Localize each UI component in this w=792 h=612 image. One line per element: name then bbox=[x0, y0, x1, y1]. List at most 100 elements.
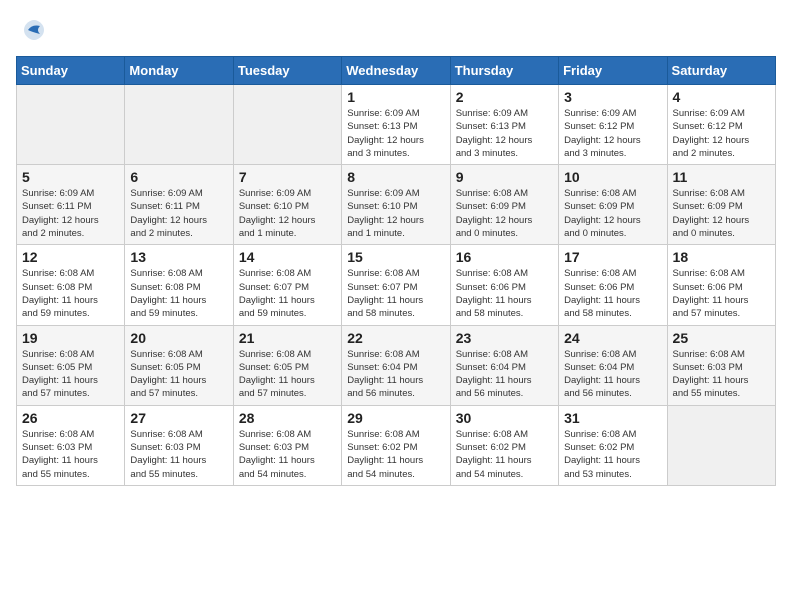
calendar-cell: 9 Sunrise: 6:08 AM Sunset: 6:09 PM Daylig… bbox=[450, 165, 558, 245]
day-info: Sunrise: 6:08 AM Sunset: 6:08 PM Dayligh… bbox=[130, 267, 227, 320]
day-info: Sunrise: 6:09 AM Sunset: 6:13 PM Dayligh… bbox=[456, 107, 553, 160]
weekday-header: Sunday bbox=[17, 57, 125, 85]
day-info: Sunrise: 6:08 AM Sunset: 6:04 PM Dayligh… bbox=[456, 348, 553, 401]
calendar-cell: 6 Sunrise: 6:09 AM Sunset: 6:11 PM Daylig… bbox=[125, 165, 233, 245]
calendar-cell: 15Sunrise: 6:08 AM Sunset: 6:07 PM Dayli… bbox=[342, 245, 450, 325]
day-number: 22 bbox=[347, 330, 444, 346]
page-header bbox=[16, 16, 776, 44]
weekday-header: Tuesday bbox=[233, 57, 341, 85]
calendar-cell: 28 Sunrise: 6:08 AM Sunset: 6:03 PM Dayli… bbox=[233, 405, 341, 485]
calendar-cell: 18 Sunrise: 6:08 AM Sunset: 6:06 PM Dayli… bbox=[667, 245, 775, 325]
day-info: Sunrise: 6:08 AM Sunset: 6:05 PM Dayligh… bbox=[130, 348, 227, 401]
day-info: Sunrise: 6:08 AM Sunset: 6:03 PM Dayligh… bbox=[239, 428, 336, 481]
calendar-cell: 17Sunrise: 6:08 AM Sunset: 6:06 PM Dayli… bbox=[559, 245, 667, 325]
calendar-cell: 26 Sunrise: 6:08 AM Sunset: 6:03 PM Dayli… bbox=[17, 405, 125, 485]
calendar-cell: 3 Sunrise: 6:09 AM Sunset: 6:12 PM Daylig… bbox=[559, 85, 667, 165]
logo bbox=[16, 16, 48, 44]
day-number: 7 bbox=[239, 169, 336, 185]
day-number: 9 bbox=[456, 169, 553, 185]
day-number: 12 bbox=[22, 249, 119, 265]
day-number: 25 bbox=[673, 330, 770, 346]
calendar-cell: 7 Sunrise: 6:09 AM Sunset: 6:10 PM Daylig… bbox=[233, 165, 341, 245]
day-info: Sunrise: 6:08 AM Sunset: 6:03 PM Dayligh… bbox=[22, 428, 119, 481]
calendar-week-row: 19 Sunrise: 6:08 AM Sunset: 6:05 PM Dayli… bbox=[17, 325, 776, 405]
calendar-cell: 25 Sunrise: 6:08 AM Sunset: 6:03 PM Dayli… bbox=[667, 325, 775, 405]
calendar-cell: 1 Sunrise: 6:09 AM Sunset: 6:13 PM Daylig… bbox=[342, 85, 450, 165]
day-number: 1 bbox=[347, 89, 444, 105]
day-number: 5 bbox=[22, 169, 119, 185]
calendar-cell: 19 Sunrise: 6:08 AM Sunset: 6:05 PM Dayli… bbox=[17, 325, 125, 405]
day-info: Sunrise: 6:08 AM Sunset: 6:02 PM Dayligh… bbox=[456, 428, 553, 481]
calendar-cell: 8 Sunrise: 6:09 AM Sunset: 6:10 PM Daylig… bbox=[342, 165, 450, 245]
day-info: Sunrise: 6:08 AM Sunset: 6:06 PM Dayligh… bbox=[456, 267, 553, 320]
day-number: 18 bbox=[673, 249, 770, 265]
calendar-cell: 27Sunrise: 6:08 AM Sunset: 6:03 PM Dayli… bbox=[125, 405, 233, 485]
calendar-cell: 14 Sunrise: 6:08 AM Sunset: 6:07 PM Dayli… bbox=[233, 245, 341, 325]
calendar-cell: 5 Sunrise: 6:09 AM Sunset: 6:11 PM Daylig… bbox=[17, 165, 125, 245]
day-info: Sunrise: 6:08 AM Sunset: 6:02 PM Dayligh… bbox=[564, 428, 661, 481]
day-info: Sunrise: 6:08 AM Sunset: 6:09 PM Dayligh… bbox=[673, 187, 770, 240]
day-info: Sunrise: 6:09 AM Sunset: 6:10 PM Dayligh… bbox=[347, 187, 444, 240]
day-info: Sunrise: 6:08 AM Sunset: 6:07 PM Dayligh… bbox=[239, 267, 336, 320]
day-number: 17 bbox=[564, 249, 661, 265]
day-info: Sunrise: 6:09 AM Sunset: 6:11 PM Dayligh… bbox=[22, 187, 119, 240]
calendar-cell: 16 Sunrise: 6:08 AM Sunset: 6:06 PM Dayli… bbox=[450, 245, 558, 325]
day-number: 11 bbox=[673, 169, 770, 185]
day-number: 14 bbox=[239, 249, 336, 265]
calendar-week-row: 12 Sunrise: 6:08 AM Sunset: 6:08 PM Dayli… bbox=[17, 245, 776, 325]
day-number: 15 bbox=[347, 249, 444, 265]
calendar-cell bbox=[125, 85, 233, 165]
calendar-cell: 21 Sunrise: 6:08 AM Sunset: 6:05 PM Dayli… bbox=[233, 325, 341, 405]
day-number: 29 bbox=[347, 410, 444, 426]
day-info: Sunrise: 6:08 AM Sunset: 6:05 PM Dayligh… bbox=[239, 348, 336, 401]
weekday-header: Friday bbox=[559, 57, 667, 85]
day-info: Sunrise: 6:08 AM Sunset: 6:06 PM Dayligh… bbox=[673, 267, 770, 320]
calendar-cell: 12 Sunrise: 6:08 AM Sunset: 6:08 PM Dayli… bbox=[17, 245, 125, 325]
day-info: Sunrise: 6:09 AM Sunset: 6:12 PM Dayligh… bbox=[673, 107, 770, 160]
weekday-header: Saturday bbox=[667, 57, 775, 85]
day-info: Sunrise: 6:09 AM Sunset: 6:13 PM Dayligh… bbox=[347, 107, 444, 160]
day-info: Sunrise: 6:08 AM Sunset: 6:05 PM Dayligh… bbox=[22, 348, 119, 401]
calendar-cell: 11 Sunrise: 6:08 AM Sunset: 6:09 PM Dayli… bbox=[667, 165, 775, 245]
day-info: Sunrise: 6:08 AM Sunset: 6:04 PM Dayligh… bbox=[564, 348, 661, 401]
weekday-header: Wednesday bbox=[342, 57, 450, 85]
day-number: 30 bbox=[456, 410, 553, 426]
day-number: 26 bbox=[22, 410, 119, 426]
calendar-cell: 22 Sunrise: 6:08 AM Sunset: 6:04 PM Dayli… bbox=[342, 325, 450, 405]
day-number: 2 bbox=[456, 89, 553, 105]
day-info: Sunrise: 6:08 AM Sunset: 6:08 PM Dayligh… bbox=[22, 267, 119, 320]
day-number: 6 bbox=[130, 169, 227, 185]
logo-bird-icon bbox=[20, 16, 48, 44]
calendar-cell bbox=[233, 85, 341, 165]
calendar-cell: 24 Sunrise: 6:08 AM Sunset: 6:04 PM Dayli… bbox=[559, 325, 667, 405]
calendar-cell: 30 Sunrise: 6:08 AM Sunset: 6:02 PM Dayli… bbox=[450, 405, 558, 485]
day-number: 20 bbox=[130, 330, 227, 346]
day-number: 21 bbox=[239, 330, 336, 346]
calendar-cell: 29 Sunrise: 6:08 AM Sunset: 6:02 PM Dayli… bbox=[342, 405, 450, 485]
day-number: 31 bbox=[564, 410, 661, 426]
day-info: Sunrise: 6:08 AM Sunset: 6:02 PM Dayligh… bbox=[347, 428, 444, 481]
day-info: Sunrise: 6:08 AM Sunset: 6:04 PM Dayligh… bbox=[347, 348, 444, 401]
day-number: 10 bbox=[564, 169, 661, 185]
day-number: 24 bbox=[564, 330, 661, 346]
day-info: Sunrise: 6:08 AM Sunset: 6:03 PM Dayligh… bbox=[673, 348, 770, 401]
day-number: 28 bbox=[239, 410, 336, 426]
weekday-header: Thursday bbox=[450, 57, 558, 85]
day-number: 13 bbox=[130, 249, 227, 265]
day-number: 19 bbox=[22, 330, 119, 346]
calendar-week-row: 26 Sunrise: 6:08 AM Sunset: 6:03 PM Dayli… bbox=[17, 405, 776, 485]
day-number: 16 bbox=[456, 249, 553, 265]
day-number: 23 bbox=[456, 330, 553, 346]
day-info: Sunrise: 6:09 AM Sunset: 6:12 PM Dayligh… bbox=[564, 107, 661, 160]
calendar-week-row: 5 Sunrise: 6:09 AM Sunset: 6:11 PM Daylig… bbox=[17, 165, 776, 245]
day-info: Sunrise: 6:09 AM Sunset: 6:10 PM Dayligh… bbox=[239, 187, 336, 240]
day-info: Sunrise: 6:09 AM Sunset: 6:11 PM Dayligh… bbox=[130, 187, 227, 240]
day-number: 8 bbox=[347, 169, 444, 185]
day-info: Sunrise: 6:08 AM Sunset: 6:03 PM Dayligh… bbox=[130, 428, 227, 481]
calendar-header-row: SundayMondayTuesdayWednesdayThursdayFrid… bbox=[17, 57, 776, 85]
weekday-header: Monday bbox=[125, 57, 233, 85]
day-number: 3 bbox=[564, 89, 661, 105]
calendar-week-row: 1 Sunrise: 6:09 AM Sunset: 6:13 PM Daylig… bbox=[17, 85, 776, 165]
day-info: Sunrise: 6:08 AM Sunset: 6:09 PM Dayligh… bbox=[456, 187, 553, 240]
calendar-table: SundayMondayTuesdayWednesdayThursdayFrid… bbox=[16, 56, 776, 486]
